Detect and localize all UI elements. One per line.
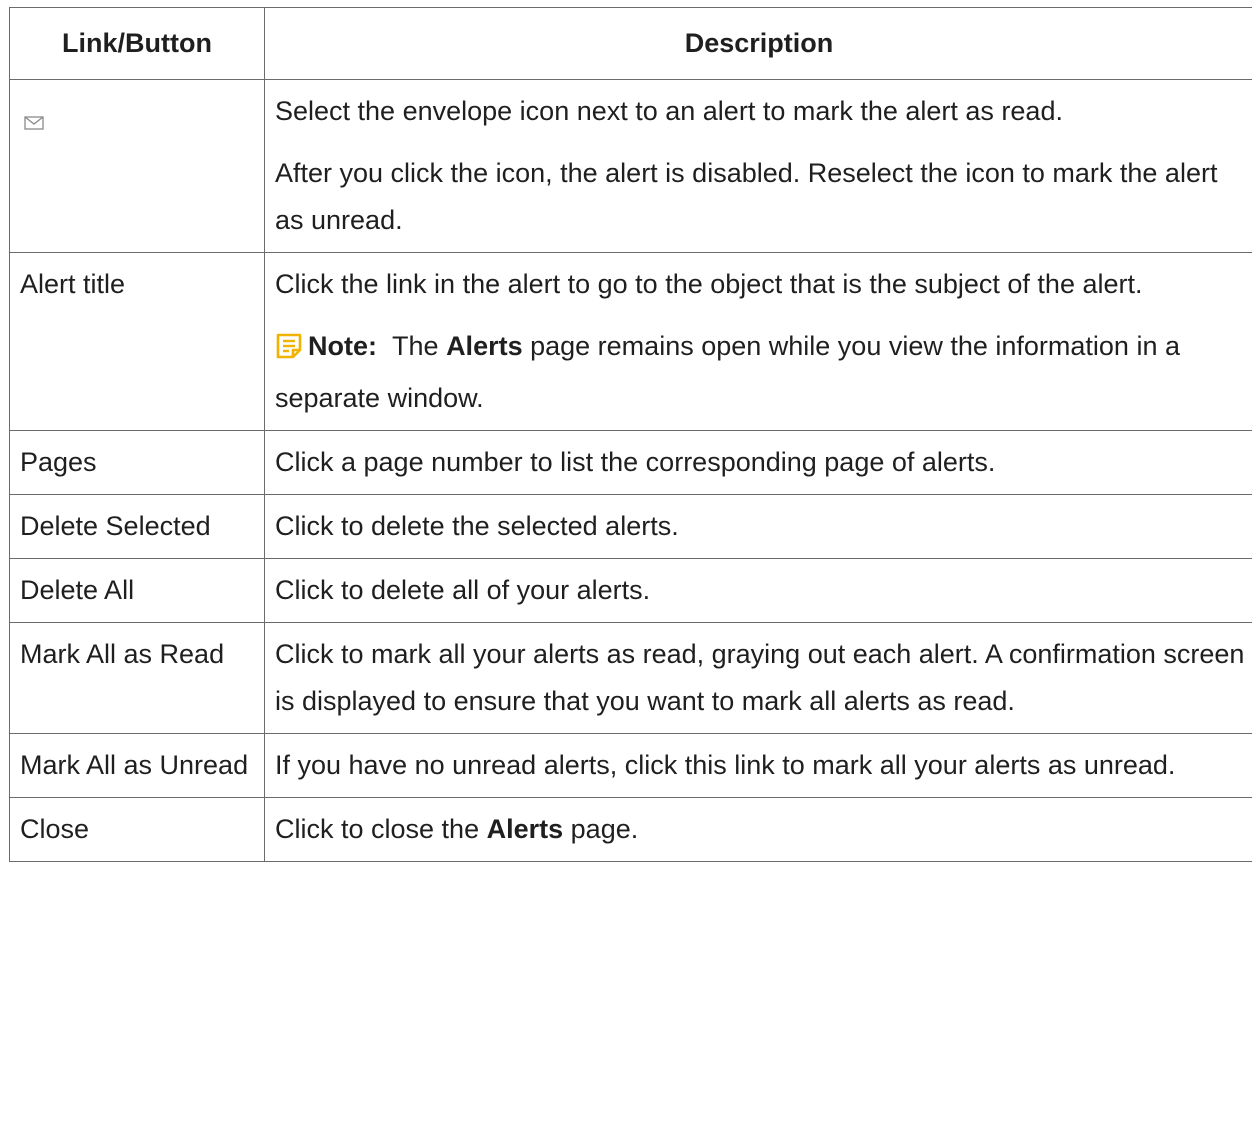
table-row: Mark All as Unread If you have no unread… xyxy=(9,733,1252,798)
link-cell: Mark All as Unread xyxy=(9,733,265,798)
note-text-pre: The xyxy=(392,331,439,361)
description-paragraph: Select the envelope icon next to an aler… xyxy=(275,96,1063,126)
link-cell-envelope xyxy=(9,79,265,253)
header-description: Description xyxy=(264,7,1252,80)
link-button-table: Link/Button Description Select the envel… xyxy=(9,7,1252,862)
table-row: Delete All Click to delete all of your a… xyxy=(9,558,1252,623)
link-cell: Delete All xyxy=(9,558,265,623)
description-paragraph: After you click the icon, the alert is d… xyxy=(275,158,1218,235)
table-row: Mark All as Read Click to mark all your … xyxy=(9,622,1252,734)
table-row: Delete Selected Click to delete the sele… xyxy=(9,494,1252,559)
table-header-row: Link/Button Description xyxy=(9,7,1252,80)
description-cell: If you have no unread alerts, click this… xyxy=(264,733,1252,798)
note-text-bold: Alerts xyxy=(446,331,523,361)
table-row: Close Click to close the Alerts page. xyxy=(9,797,1252,862)
note-label: Note: xyxy=(308,331,377,361)
description-cell: Select the envelope icon next to an aler… xyxy=(264,79,1252,253)
link-cell: Mark All as Read xyxy=(9,622,265,734)
table-row: Select the envelope icon next to an aler… xyxy=(9,79,1252,253)
table-row: Pages Click a page number to list the co… xyxy=(9,430,1252,495)
description-cell: Click to mark all your alerts as read, g… xyxy=(264,622,1252,734)
envelope-icon[interactable] xyxy=(24,98,44,145)
description-cell: Click to delete all of your alerts. xyxy=(264,558,1252,623)
description-cell: Click to delete the selected alerts. xyxy=(264,494,1252,559)
description-paragraph: Click the link in the alert to go to the… xyxy=(275,269,1143,299)
close-text-post: page. xyxy=(570,814,639,844)
link-cell: Alert title xyxy=(9,252,265,431)
note-icon xyxy=(275,328,303,375)
close-text-pre: Click to close the xyxy=(275,814,480,844)
description-cell: Click to close the Alerts page. xyxy=(264,797,1252,862)
description-cell: Click the link in the alert to go to the… xyxy=(264,252,1252,431)
link-cell: Close xyxy=(9,797,265,862)
note-paragraph: Note: The Alerts page remains open while… xyxy=(275,323,1245,422)
description-cell: Click a page number to list the correspo… xyxy=(264,430,1252,495)
link-cell: Delete Selected xyxy=(9,494,265,559)
header-link-button: Link/Button xyxy=(9,7,265,80)
link-cell: Pages xyxy=(9,430,265,495)
table-row: Alert title Click the link in the alert … xyxy=(9,252,1252,431)
close-text-bold: Alerts xyxy=(486,814,564,844)
